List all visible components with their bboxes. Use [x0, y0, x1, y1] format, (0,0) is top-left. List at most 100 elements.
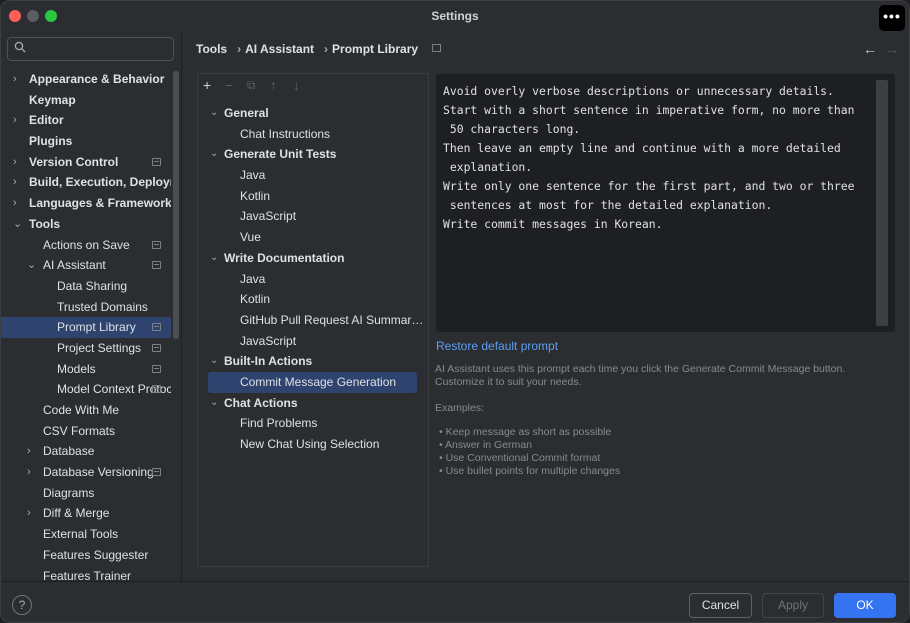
chevron-right-icon[interactable]: ›: [27, 462, 31, 482]
prompt-item-new-chat-using-selection[interactable]: New Chat Using Selection: [198, 434, 428, 455]
chevron-down-icon[interactable]: ⌄: [210, 144, 218, 164]
back-arrow-icon[interactable]: ←: [863, 41, 877, 57]
sidebar-item-project-settings[interactable]: Project Settings: [1, 338, 171, 359]
sidebar-item-appearance-behavior[interactable]: › Appearance & Behavior: [1, 69, 171, 90]
sidebar-item-editor[interactable]: › Editor: [1, 110, 171, 131]
ok-button[interactable]: OK: [834, 593, 896, 618]
sidebar-item-database[interactable]: › Database: [1, 441, 171, 462]
chevron-down-icon[interactable]: ⌄: [210, 103, 218, 123]
prompt-item-label: New Chat Using Selection: [240, 437, 380, 451]
sidebar-item-features-suggester[interactable]: Features Suggester: [1, 545, 171, 566]
sidebar-scrollbar[interactable]: [173, 71, 179, 339]
prompt-item-find-problems[interactable]: Find Problems: [198, 413, 428, 434]
prompt-item-label: Kotlin: [240, 188, 271, 203]
copy-icon[interactable]: ⧉: [247, 78, 256, 93]
remove-icon[interactable]: −: [225, 77, 233, 93]
sidebar-item-diff-merge[interactable]: › Diff & Merge: [1, 503, 171, 524]
cancel-button[interactable]: Cancel: [689, 593, 752, 618]
breadcrumb-tools[interactable]: Tools: [196, 42, 227, 56]
prompt-item-kotlin[interactable]: Kotlin: [198, 289, 428, 310]
prompt-item-commit-message-generation[interactable]: Commit Message Generation: [198, 371, 428, 393]
prompt-item-label: GitHub Pull Request AI Summarization: [240, 312, 426, 327]
prompt-group-chat-actions[interactable]: ⌄ Chat Actions: [198, 393, 428, 414]
sidebar-item-actions-on-save[interactable]: Actions on Save: [1, 235, 171, 256]
sidebar-item-label: Version Control: [29, 154, 119, 169]
sidebar-item-plugins[interactable]: Plugins: [1, 131, 171, 152]
settings-sidebar: › Appearance & Behavior Keymap › Editor Plugi…: [1, 31, 182, 583]
move-up-icon[interactable]: ↑: [270, 77, 277, 93]
move-down-icon[interactable]: ↓: [293, 77, 300, 93]
sidebar-item-models[interactable]: Models: [1, 359, 171, 380]
prompt-item-label: Find Problems: [240, 416, 318, 431]
chevron-right-icon[interactable]: ›: [27, 503, 31, 523]
prompt-group-built-in-actions[interactable]: ⌄ Built-In Actions: [198, 351, 428, 372]
add-icon[interactable]: +: [203, 77, 211, 93]
prompt-item-label: Commit Message Generation: [240, 374, 397, 389]
chevron-down-icon[interactable]: ⌄: [210, 351, 218, 371]
sidebar-item-ai-assistant[interactable]: ⌄ AI Assistant: [1, 255, 171, 276]
sidebar-item-model-context-protocol[interactable]: Model Context Protocol: [1, 379, 171, 400]
prompt-item-java[interactable]: Java: [198, 269, 428, 290]
sidebar-item-external-tools[interactable]: External Tools: [1, 524, 171, 545]
breadcrumb-separator: ›: [324, 42, 329, 56]
apply-button[interactable]: Apply: [762, 593, 824, 618]
search-icon: [14, 41, 26, 56]
sidebar-item-label: Database Versioning: [43, 465, 154, 480]
sidebar-item-data-sharing[interactable]: Data Sharing: [1, 276, 171, 297]
prompt-item-vue[interactable]: Vue: [198, 227, 428, 248]
window-title: Settings: [431, 9, 479, 23]
prompt-group-general[interactable]: ⌄ General: [198, 103, 428, 124]
sidebar-item-languages-frameworks[interactable]: › Languages & Frameworks: [1, 193, 171, 214]
sidebar-item-label: Database: [43, 444, 95, 459]
prompt-item-github-pull-request-ai-summarization[interactable]: GitHub Pull Request AI Summarization: [198, 310, 428, 331]
sidebar-item-database-versioning[interactable]: › Database Versioning: [1, 462, 171, 483]
prompt-item-java[interactable]: Java: [198, 165, 428, 186]
more-options-button[interactable]: •••: [879, 5, 905, 31]
help-button[interactable]: ?: [12, 595, 32, 615]
sidebar-item-label: Diagrams: [43, 485, 95, 500]
sidebar-item-code-with-me[interactable]: Code With Me: [1, 400, 171, 421]
sidebar-item-version-control[interactable]: › Version Control: [1, 152, 171, 173]
sidebar-item-prompt-library[interactable]: Prompt Library: [1, 317, 171, 338]
chevron-down-icon[interactable]: ⌄: [27, 255, 36, 275]
sidebar-item-tools[interactable]: ⌄ Tools: [1, 214, 171, 235]
chevron-right-icon[interactable]: ›: [13, 110, 17, 130]
chevron-down-icon[interactable]: ⌄: [210, 248, 218, 268]
examples-label: Examples:: [435, 402, 485, 414]
prompt-editor-text[interactable]: Avoid overly verbose descriptions or unn…: [443, 82, 854, 234]
chevron-right-icon[interactable]: ›: [27, 441, 31, 461]
chevron-down-icon[interactable]: ⌄: [210, 393, 218, 413]
title-bar: Settings •••: [1, 1, 909, 31]
project-level-icon: [152, 261, 161, 270]
chevron-right-icon[interactable]: ›: [13, 193, 17, 213]
chevron-down-icon[interactable]: ⌄: [13, 214, 22, 234]
sidebar-item-label: Features Suggester: [43, 547, 149, 562]
prompt-item-chat-instructions[interactable]: Chat Instructions: [198, 124, 428, 145]
sidebar-item-diagrams[interactable]: Diagrams: [1, 483, 171, 504]
breadcrumb-ai-assistant[interactable]: AI Assistant: [245, 42, 314, 56]
prompt-item-javascript[interactable]: JavaScript: [198, 206, 428, 227]
project-level-icon: [152, 468, 161, 477]
prompt-group-generate-unit-tests[interactable]: ⌄ Generate Unit Tests: [198, 144, 428, 165]
chevron-right-icon[interactable]: ›: [13, 152, 17, 172]
prompt-item-label: Write Documentation: [224, 250, 345, 265]
chevron-right-icon[interactable]: ›: [13, 69, 17, 89]
sidebar-item-keymap[interactable]: Keymap: [1, 90, 171, 111]
search-input[interactable]: [7, 37, 174, 61]
sidebar-item-build-execution-deployment[interactable]: › Build, Execution, Deployment: [1, 172, 171, 193]
example-item: • Keep message as short as possible: [439, 426, 612, 438]
forward-arrow-icon[interactable]: →: [885, 41, 899, 57]
prompt-item-javascript[interactable]: JavaScript: [198, 331, 428, 352]
sidebar-item-csv-formats[interactable]: CSV Formats: [1, 421, 171, 442]
editor-scrollbar[interactable]: [876, 80, 888, 326]
chevron-right-icon[interactable]: ›: [13, 172, 17, 192]
prompt-item-kotlin[interactable]: Kotlin: [198, 186, 428, 207]
sidebar-item-trusted-domains[interactable]: Trusted Domains: [1, 297, 171, 318]
prompt-editor[interactable]: Avoid overly verbose descriptions or unn…: [436, 74, 895, 332]
sidebar-item-label: Code With Me: [43, 403, 120, 417]
prompt-group-write-documentation[interactable]: ⌄ Write Documentation: [198, 248, 428, 269]
prompt-item-label: Java: [240, 271, 266, 286]
prompt-item-label: Chat Instructions: [240, 126, 331, 141]
restore-default-prompt-link[interactable]: Restore default prompt: [436, 339, 558, 353]
dialog-footer: ? Cancel Apply OK: [1, 581, 909, 622]
